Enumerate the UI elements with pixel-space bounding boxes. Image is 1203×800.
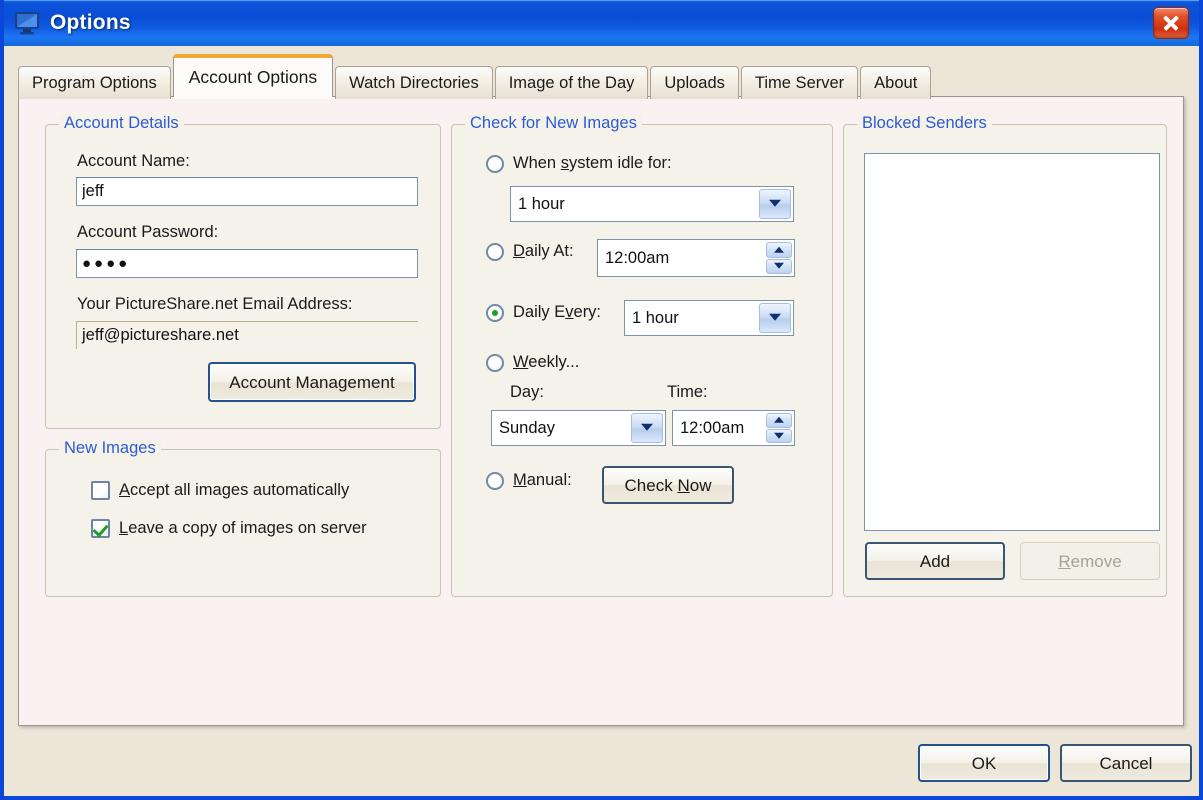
options-dialog-window: Options Program Options Account Options … <box>0 0 1203 800</box>
account-management-button[interactable]: Account Management <box>208 362 416 402</box>
weekly-time-value: 12:00am <box>680 418 745 437</box>
daily-at-radio-label: Daily At: <box>513 242 574 260</box>
tab-about[interactable]: About <box>860 66 932 99</box>
new-images-legend: New Images <box>59 439 161 458</box>
close-icon[interactable] <box>1153 7 1189 39</box>
tab-account-options[interactable]: Account Options <box>172 54 334 97</box>
idle-radio-label: When system idle for: <box>513 154 672 172</box>
daily-every-radio[interactable] <box>486 303 504 322</box>
daily-at-radio[interactable] <box>486 242 504 261</box>
weekly-day-label: Day: <box>510 383 544 401</box>
account-name-label: Account Name: <box>77 152 190 170</box>
cancel-button[interactable]: Cancel <box>1060 744 1192 782</box>
daily-every-radio-label: Daily Every: <box>513 303 602 321</box>
chevron-down-icon[interactable] <box>766 258 792 274</box>
tab-time-server[interactable]: Time Server <box>740 66 859 99</box>
weekly-day-value: Sunday <box>499 418 555 437</box>
cancel-button-label: Cancel <box>1099 753 1153 773</box>
manual-radio[interactable] <box>486 471 504 490</box>
idle-radio[interactable] <box>486 154 504 173</box>
chevron-up-icon[interactable] <box>766 413 792 428</box>
account-password-input[interactable]: ●●●● <box>76 249 418 278</box>
add-blocked-sender-button[interactable]: Add <box>865 542 1005 580</box>
title-bar: Options <box>4 0 1199 46</box>
daily-at-radio-row[interactable]: Daily At: <box>486 242 574 261</box>
new-images-group: New Images Accept all images automatical… <box>45 439 441 597</box>
remove-blocked-sender-button: Remove <box>1020 542 1160 580</box>
chevron-down-icon[interactable] <box>759 303 791 333</box>
tab-uploads[interactable]: Uploads <box>650 66 739 99</box>
add-button-label: Add <box>919 551 951 571</box>
blocked-senders-group: Blocked Senders Add Remove <box>843 114 1167 597</box>
weekly-day-combo[interactable]: Sunday <box>491 410 666 446</box>
account-password-label: Account Password: <box>77 223 219 241</box>
tab-image-of-the-day[interactable]: Image of the Day <box>494 66 649 99</box>
tab-program-options[interactable]: Program Options <box>18 66 171 99</box>
leave-copy-row[interactable]: Leave a copy of images on server <box>91 519 367 538</box>
manual-radio-label: Manual: <box>513 471 572 489</box>
check-for-new-images-legend: Check for New Images <box>465 114 642 133</box>
daily-every-radio-row[interactable]: Daily Every: <box>486 303 601 322</box>
chevron-down-icon[interactable] <box>631 413 663 443</box>
idle-duration-value: 1 hour <box>518 194 565 213</box>
account-details-group: Account Details Account Name: Account Pa… <box>45 114 441 429</box>
ok-button-label: OK <box>971 753 997 773</box>
tab-strip: Program Options Account Options Watch Di… <box>18 54 933 99</box>
daily-every-interval-value: 1 hour <box>632 308 679 327</box>
weekly-time-spinner[interactable]: 12:00am <box>672 410 795 446</box>
remove-button-label: Remove <box>1058 551 1122 571</box>
account-management-label: Account Management <box>229 372 395 392</box>
check-now-button[interactable]: Check Now <box>602 466 734 504</box>
monitor-icon <box>14 11 40 35</box>
daily-at-spin-buttons <box>766 242 792 274</box>
email-address-label: Your PictureShare.net Email Address: <box>77 295 353 313</box>
weekly-radio[interactable] <box>486 353 504 372</box>
daily-every-interval-combo[interactable]: 1 hour <box>624 300 794 336</box>
account-details-legend: Account Details <box>59 114 184 133</box>
idle-duration-combo[interactable]: 1 hour <box>510 186 794 222</box>
manual-radio-row[interactable]: Manual: <box>486 471 572 490</box>
accept-all-images-label: Accept all images automatically <box>119 481 350 499</box>
accept-all-images-row[interactable]: Accept all images automatically <box>91 481 349 500</box>
check-for-new-images-group: Check for New Images When system idle fo… <box>451 114 833 597</box>
ok-button[interactable]: OK <box>918 744 1050 782</box>
tab-watch-directories[interactable]: Watch Directories <box>335 66 493 99</box>
leave-copy-label: Leave a copy of images on server <box>119 519 367 537</box>
leave-copy-checkbox[interactable] <box>91 519 110 538</box>
account-options-panel: Account Details Account Name: Account Pa… <box>18 96 1184 726</box>
window-title: Options <box>50 11 131 34</box>
weekly-time-label: Time: <box>667 383 708 401</box>
weekly-spin-buttons <box>766 413 792 443</box>
chevron-up-icon[interactable] <box>766 242 792 258</box>
account-name-input[interactable] <box>76 177 418 206</box>
weekly-radio-label: Weekly... <box>513 353 580 371</box>
blocked-senders-legend: Blocked Senders <box>857 114 992 133</box>
daily-at-time-spinner[interactable]: 12:00am <box>597 239 795 277</box>
chevron-down-icon[interactable] <box>766 428 792 443</box>
blocked-senders-list[interactable] <box>864 153 1160 531</box>
idle-radio-row[interactable]: When system idle for: <box>486 154 672 173</box>
accept-all-images-checkbox[interactable] <box>91 481 110 500</box>
weekly-radio-row[interactable]: Weekly... <box>486 353 579 372</box>
daily-at-time-value: 12:00am <box>605 248 670 267</box>
check-now-label: Check Now <box>624 475 712 495</box>
chevron-down-icon[interactable] <box>759 189 791 219</box>
email-address-field: jeff@pictureshare.net <box>76 321 418 349</box>
